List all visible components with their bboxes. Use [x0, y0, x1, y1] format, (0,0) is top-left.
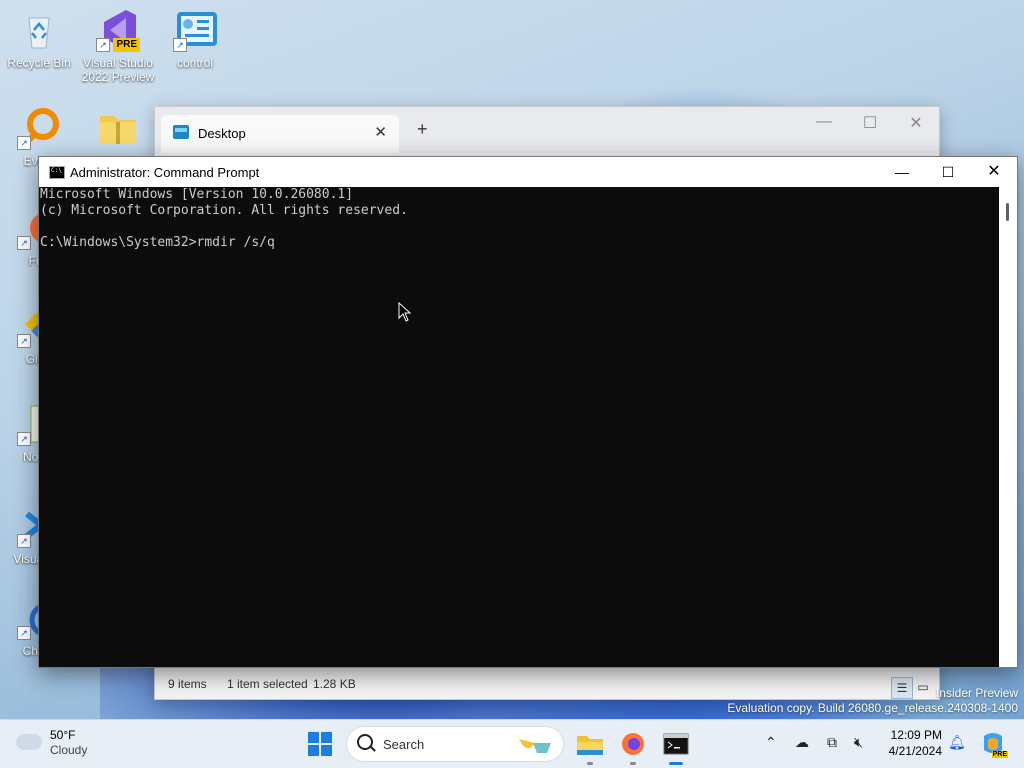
desktop-icon-label: Recycle Bin	[7, 56, 71, 70]
tab-close-icon[interactable]: ✕	[374, 123, 387, 141]
notification-bell-icon[interactable]: 🔔︎	[948, 734, 966, 751]
status-selection: 1 item selected	[227, 677, 308, 691]
tiles-view-button[interactable]: ▭	[913, 677, 933, 697]
recycle-bin-icon	[17, 8, 61, 52]
cloud-icon	[16, 734, 42, 750]
clock-time: 12:09 PM	[890, 728, 942, 742]
shortcut-arrow-icon: ↗	[17, 236, 31, 250]
cmd-console-output[interactable]: Microsoft Windows [Version 10.0.26080.1]…	[39, 187, 999, 667]
command-prompt-window[interactable]: Administrator: Command Prompt — ☐ ✕ Micr…	[38, 156, 1018, 668]
watermark-line1: Insider Preview	[935, 686, 1018, 700]
everything-search-icon: ↗	[17, 106, 61, 150]
shortcut-arrow-icon: ↗	[17, 334, 31, 348]
search-highlight-icon	[519, 739, 551, 753]
file-explorer-icon	[577, 736, 603, 755]
taskbar-command-prompt[interactable]	[660, 728, 692, 765]
desktop-icon-visual-studio[interactable]: PRE ↗ Visual Studio 2022 Preview	[79, 8, 157, 84]
shortcut-arrow-icon: ↗	[17, 432, 31, 446]
shortcut-arrow-icon: ↗	[96, 38, 110, 52]
visual-studio-icon: PRE ↗	[96, 8, 140, 52]
network-icon[interactable]: ⧉	[827, 734, 837, 751]
explorer-close-button[interactable]: ✕	[893, 113, 939, 133]
copilot-button[interactable]: PRE	[980, 730, 1008, 758]
cmd-maximize-button[interactable]: ☐	[925, 157, 971, 187]
shortcut-arrow-icon: ↗	[173, 38, 187, 52]
explorer-tab-desktop[interactable]: Desktop ✕	[161, 115, 399, 153]
details-view-button[interactable]: ☰	[891, 677, 913, 699]
status-size: 1.28 KB	[313, 677, 356, 691]
search-placeholder: Search	[383, 737, 425, 752]
start-button[interactable]	[308, 732, 332, 756]
explorer-tab-label: Desktop	[198, 126, 246, 141]
windows-logo-tile	[308, 745, 319, 756]
desktop-icon-recycle-bin[interactable]: Recycle Bin	[0, 8, 78, 70]
mouse-pointer-icon	[398, 302, 412, 322]
weather-temperature: 50°F	[50, 728, 76, 742]
cmd-app-icon	[49, 166, 65, 179]
taskbar-file-explorer[interactable]	[574, 728, 606, 765]
taskbar-firefox[interactable]	[617, 728, 649, 765]
console-line: (c) Microsoft Corporation. All rights re…	[40, 203, 408, 218]
windows-logo-tile	[321, 732, 332, 743]
search-icon	[357, 734, 373, 750]
desktop-folder-icon	[173, 125, 189, 139]
weather-condition: Cloudy	[50, 743, 88, 757]
watermark-line2: Evaluation copy. Build 26080.ge_release.…	[727, 701, 1018, 715]
cmd-window-title: Administrator: Command Prompt	[70, 165, 260, 180]
shortcut-arrow-icon: ↗	[17, 626, 31, 640]
new-tab-button[interactable]: +	[417, 119, 428, 140]
console-line: Microsoft Windows [Version 10.0.26080.1]	[40, 187, 354, 202]
firefox-icon	[622, 733, 644, 755]
running-indicator	[630, 762, 636, 765]
zip-folder-icon	[96, 106, 140, 150]
show-hidden-icons-chevron-icon[interactable]: ⌃	[765, 734, 777, 751]
copilot-pre-badge: PRE	[991, 751, 1008, 758]
active-indicator	[669, 762, 683, 765]
cmd-close-button[interactable]: ✕	[971, 157, 1017, 187]
taskbar: 50°F Cloudy Search ⌃ ☁ ⧉ 🔇︎ 12:09 PM 4/2…	[0, 719, 1024, 768]
pre-badge: PRE	[113, 38, 140, 52]
terminal-icon	[663, 733, 689, 755]
taskbar-clock[interactable]: 12:09 PM 4/21/2024	[889, 727, 942, 759]
shortcut-arrow-icon: ↗	[17, 534, 31, 548]
cmd-minimize-button[interactable]: —	[879, 157, 925, 187]
desktop-icon-label: control	[176, 56, 214, 70]
cmd-title-bar[interactable]: Administrator: Command Prompt — ☐ ✕	[39, 157, 1017, 187]
desktop-icon-folder[interactable]	[79, 106, 157, 154]
onedrive-offline-icon[interactable]: ☁	[795, 734, 809, 751]
explorer-status-bar: 9 items 1 item selected 1.28 KB ☰ ▭	[155, 669, 939, 699]
windows-logo-tile	[321, 745, 332, 756]
volume-muted-icon[interactable]: 🔇︎	[854, 734, 863, 751]
status-item-count: 9 items	[168, 677, 207, 691]
cmd-scrollbar[interactable]	[999, 187, 1017, 667]
shortcut-arrow-icon: ↗	[17, 136, 31, 150]
explorer-maximize-button[interactable]: ☐	[847, 113, 893, 133]
explorer-tab-bar: Desktop ✕ + — ☐ ✕	[155, 107, 939, 153]
desktop-icon-control[interactable]: ↗ control	[156, 8, 234, 70]
running-indicator	[587, 762, 593, 765]
explorer-minimize-button[interactable]: —	[801, 113, 847, 131]
clock-date: 4/21/2024	[888, 744, 942, 758]
control-panel-icon: ↗	[173, 8, 217, 52]
desktop-icon-label: Visual Studio 2022 Preview	[81, 56, 155, 84]
console-prompt-line: C:\Windows\System32>rmdir /s/q	[40, 235, 275, 250]
taskbar-search-box[interactable]: Search	[346, 726, 564, 762]
windows-logo-icon	[308, 732, 319, 743]
scrollbar-thumb[interactable]	[1006, 203, 1009, 221]
